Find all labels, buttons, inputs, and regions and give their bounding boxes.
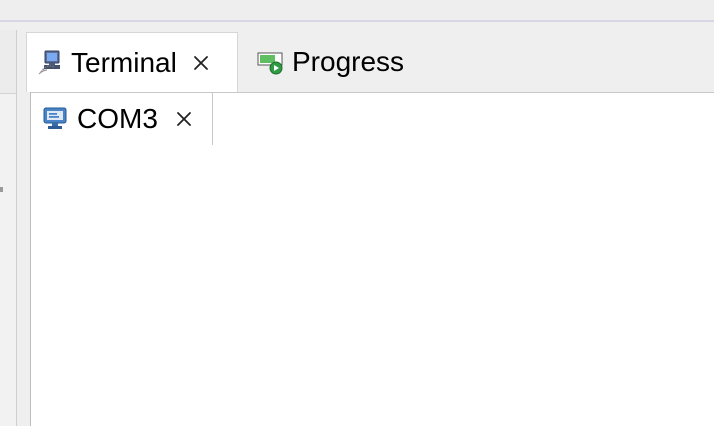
tab-terminal[interactable]: Terminal	[26, 32, 238, 92]
progress-icon	[256, 48, 284, 76]
view-tab-bar: Terminal Progress	[26, 32, 714, 92]
tab-progress[interactable]: Progress	[248, 32, 448, 92]
close-icon[interactable]	[174, 109, 194, 129]
terminal-icon	[35, 49, 63, 77]
left-panel	[0, 30, 17, 426]
top-bar	[0, 0, 714, 20]
monitor-icon	[41, 105, 69, 133]
tab-progress-label: Progress	[292, 46, 405, 77]
top-divider	[0, 20, 714, 22]
subtab-com3[interactable]: COM3	[31, 93, 213, 145]
terminal-workspace[interactable]	[31, 145, 714, 426]
left-panel-scroll-marker[interactable]	[0, 187, 3, 192]
app-window: Terminal Progress COM3	[0, 0, 714, 426]
subtab-com3-label: COM3	[77, 103, 158, 134]
terminal-subtab-bar: COM3	[31, 93, 714, 146]
close-icon[interactable]	[191, 53, 211, 73]
tab-terminal-label: Terminal	[71, 46, 177, 78]
subtab-empty-area	[213, 93, 714, 144]
terminal-view: COM3	[30, 92, 714, 426]
left-panel-header	[0, 30, 16, 94]
